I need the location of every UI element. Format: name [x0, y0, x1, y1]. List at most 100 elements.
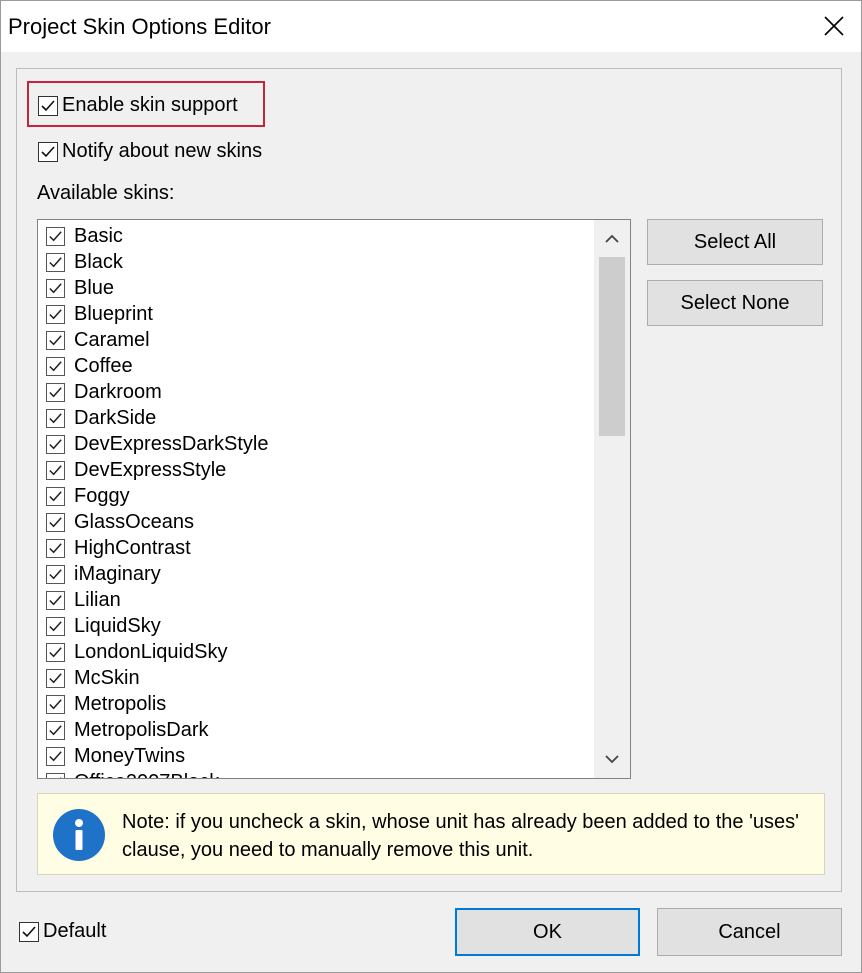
skin-list-item[interactable]: MoneyTwins: [46, 743, 185, 769]
checkbox-box[interactable]: [46, 772, 65, 778]
checkmark-icon: [49, 230, 62, 241]
checkbox-box[interactable]: [46, 330, 65, 350]
skin-list-item[interactable]: Foggy: [46, 483, 130, 509]
skin-label: Foggy: [74, 484, 130, 507]
skin-label: LondonLiquidSky: [74, 640, 228, 663]
skin-list-item[interactable]: Caramel: [46, 327, 150, 353]
skins-checklist[interactable]: Basic Black Blue Blueprint Caramel Coffee Dark…: [37, 219, 631, 779]
skin-list-item[interactable]: Basic: [46, 223, 123, 249]
default-checkbox[interactable]: Default: [19, 920, 106, 943]
checkmark-icon: [49, 360, 62, 371]
checkbox-box[interactable]: [38, 141, 58, 162]
skin-list-item[interactable]: Blue: [46, 275, 114, 301]
checkmark-icon: [49, 282, 62, 293]
checkbox-box[interactable]: [46, 382, 65, 402]
checkbox-box[interactable]: [19, 921, 39, 942]
checkmark-icon: [49, 750, 62, 761]
checkmark-icon: [49, 334, 62, 345]
checkbox-box[interactable]: [46, 408, 65, 428]
vertical-scrollbar[interactable]: [594, 220, 630, 778]
skin-label: LiquidSky: [74, 614, 161, 637]
skin-label: MoneyTwins: [74, 744, 186, 767]
ok-button[interactable]: OK: [455, 908, 640, 956]
skin-list-item[interactable]: HighContrast: [46, 535, 191, 561]
checkbox-box[interactable]: [46, 278, 65, 298]
enable-skin-support-label: Enable skin support: [62, 94, 238, 116]
skin-label: Coffee: [74, 354, 133, 377]
skin-list-item[interactable]: DevExpressStyle: [46, 457, 226, 483]
skin-label: Metropolis: [74, 692, 167, 715]
skin-list-item[interactable]: Black: [46, 249, 123, 275]
checkbox-box[interactable]: [46, 226, 65, 246]
skin-label: MetropolisDark: [74, 718, 209, 741]
checkbox-box[interactable]: [46, 616, 65, 636]
skin-list-item[interactable]: Coffee: [46, 353, 133, 379]
notify-new-skins-checkbox[interactable]: Notify about new skins: [38, 140, 262, 163]
skin-list-item[interactable]: Metropolis: [46, 691, 166, 717]
checkmark-icon: [49, 698, 62, 709]
skin-list-item[interactable]: Darkroom: [46, 379, 162, 405]
checkbox-box[interactable]: [46, 356, 65, 376]
skin-list-item[interactable]: MetropolisDark: [46, 717, 208, 743]
skin-label: Blue: [74, 276, 115, 299]
enable-skin-support-checkbox[interactable]: Enable skin support: [38, 94, 238, 117]
select-none-button[interactable]: Select None: [647, 280, 823, 326]
checkbox-box[interactable]: [38, 95, 58, 116]
checkmark-icon: [59, 776, 62, 778]
skin-list-item[interactable]: Blueprint: [46, 301, 153, 327]
skin-list-item[interactable]: DevExpressDarkStyle: [46, 431, 269, 457]
checkbox-box[interactable]: [46, 564, 65, 584]
checkmark-icon: [49, 386, 62, 397]
skin-list-item[interactable]: LiquidSky: [46, 613, 161, 639]
skin-list-item[interactable]: LondonLiquidSky: [46, 639, 227, 665]
skin-label: Basic: [74, 224, 123, 247]
checkmark-icon: [49, 646, 62, 657]
skin-list-item[interactable]: iMaginary: [46, 561, 161, 587]
checkmark-icon: [49, 438, 62, 449]
skin-label: GlassOceans: [74, 510, 195, 533]
skin-list-item[interactable]: Office2007Black: [46, 769, 219, 778]
checkbox-box[interactable]: [46, 746, 65, 766]
checkbox-box[interactable]: [46, 460, 65, 480]
skin-label: DarkSide: [74, 406, 157, 429]
checkmark-icon: [49, 542, 62, 553]
skin-label: Office2007Black: [74, 771, 219, 779]
skin-label: Black: [74, 250, 123, 273]
close-button[interactable]: [818, 10, 850, 42]
default-label: Default: [43, 920, 107, 942]
checkmark-icon: [49, 620, 62, 631]
checkbox-box[interactable]: [46, 252, 65, 272]
skin-list-item[interactable]: DarkSide: [46, 405, 156, 431]
checkbox-box[interactable]: [46, 512, 65, 532]
skin-list-item[interactable]: GlassOceans: [46, 509, 194, 535]
checkmark-icon: [49, 594, 62, 605]
checkmark-icon: [49, 724, 62, 735]
checkmark-icon: [41, 145, 55, 157]
cancel-button[interactable]: Cancel: [657, 908, 842, 956]
window-title: Project Skin Options Editor: [8, 14, 271, 39]
skin-label: HighContrast: [74, 536, 191, 559]
skin-label: Lilian: [74, 588, 121, 611]
checkbox-box[interactable]: [46, 642, 65, 662]
checkbox-box[interactable]: [46, 538, 65, 558]
checkmark-icon: [49, 308, 62, 319]
notify-new-skins-label: Notify about new skins: [62, 140, 263, 162]
checkmark-icon: [49, 672, 62, 683]
scroll-down-button[interactable]: [594, 742, 630, 776]
checkmark-icon: [41, 99, 55, 111]
skin-list-item[interactable]: McSkin: [46, 665, 140, 691]
checkbox-box[interactable]: [46, 434, 65, 454]
checkbox-box[interactable]: [46, 486, 65, 506]
scroll-up-button[interactable]: [594, 222, 630, 256]
checkmark-icon: [49, 256, 62, 267]
checkbox-box[interactable]: [46, 590, 65, 610]
checkbox-box[interactable]: [46, 304, 65, 324]
skin-list-item[interactable]: Lilian: [46, 587, 121, 613]
available-skins-label: Available skins:: [37, 182, 175, 204]
scroll-thumb[interactable]: [599, 257, 625, 436]
checkbox-box[interactable]: [46, 720, 65, 740]
checkbox-box[interactable]: [46, 668, 65, 688]
note-panel: Note: if you uncheck a skin, whose unit …: [37, 793, 825, 875]
checkbox-box[interactable]: [46, 694, 65, 714]
select-all-button[interactable]: Select All: [647, 219, 823, 265]
